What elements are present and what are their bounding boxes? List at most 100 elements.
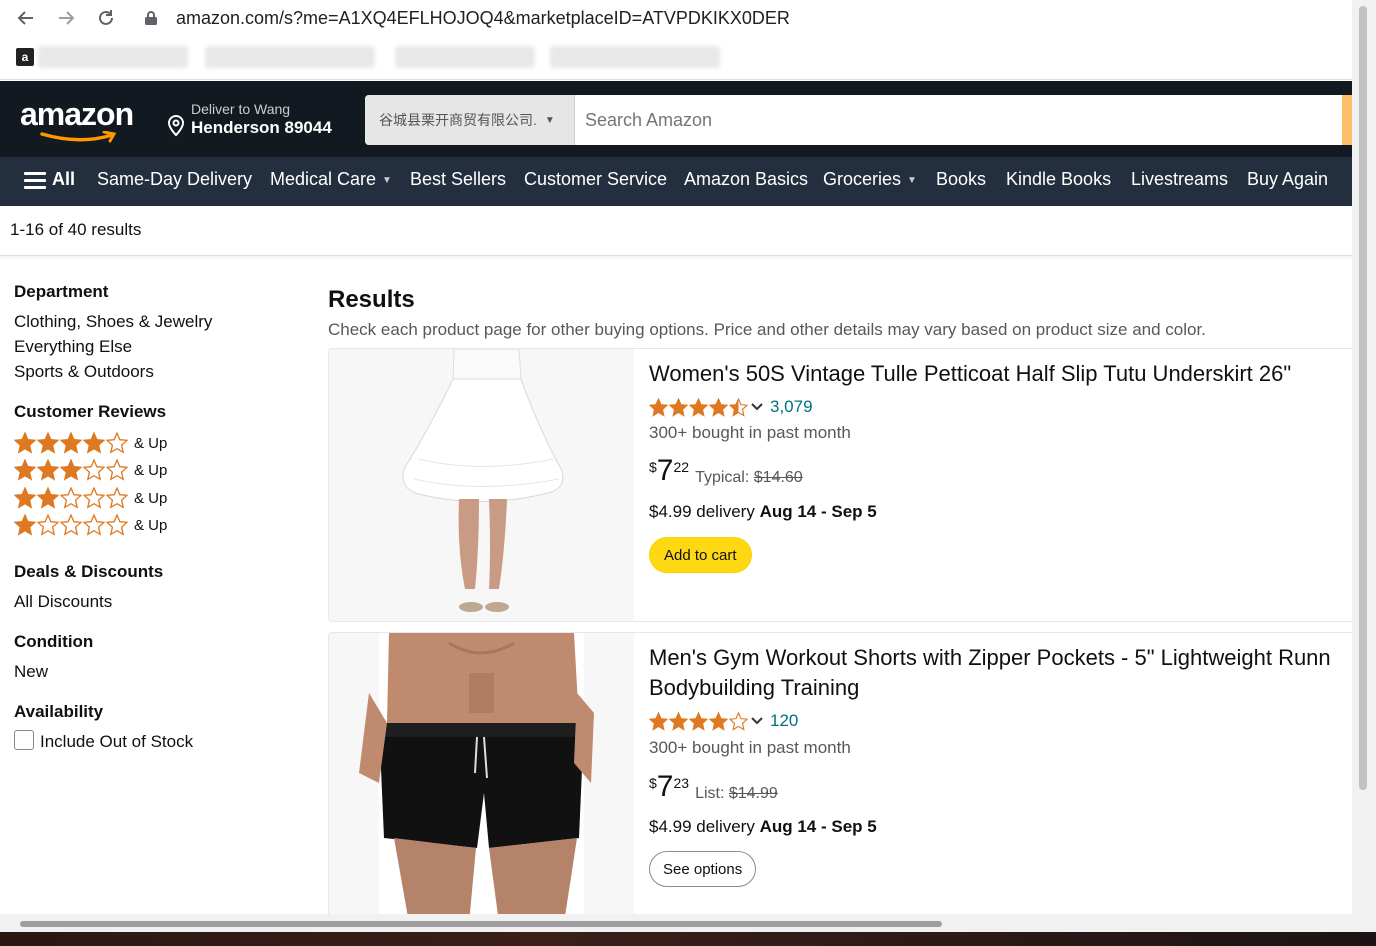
nav-item-label: Livestreams	[1131, 169, 1229, 189]
browser-toolbar: amazon.com/s?me=A1XQ4EFLHOJOQ4&marketpla…	[0, 0, 1352, 36]
nav-item-best-sellers[interactable]: Best Sellers	[410, 169, 506, 190]
nav-all[interactable]: All	[52, 169, 75, 190]
review-count-link[interactable]: 3,079	[770, 397, 813, 417]
vertical-scrollbar[interactable]	[1352, 0, 1376, 914]
department-link[interactable]: Clothing, Shoes & Jewelry	[14, 312, 212, 332]
search-input[interactable]	[585, 95, 1325, 145]
product-title-line: Men's Gym Workout Shorts with Zipper Poc…	[649, 645, 1331, 670]
nav-item-label: Customer Service	[524, 169, 668, 189]
nav-item-label: Same-Day Delivery	[97, 169, 253, 189]
delivery-price: $4.99 delivery	[649, 817, 755, 836]
delivery-dates: Aug 14 - Sep 5	[759, 817, 877, 836]
and-up-label: & Up	[134, 434, 168, 452]
amazon-logo[interactable]: amazon	[20, 97, 146, 143]
product-rating[interactable]: 3,079	[649, 397, 813, 417]
nav-item-buy-again[interactable]: Buy Again	[1247, 169, 1328, 190]
search-department-select[interactable]: 谷城县栗开商贸有限公司. ▼	[365, 95, 575, 145]
star-rating-icon	[14, 459, 128, 481]
caret-down-icon: ▼	[907, 174, 917, 186]
address-bar[interactable]: amazon.com/s?me=A1XQ4EFLHOJOQ4&marketpla…	[140, 4, 790, 32]
department-heading: Department	[14, 282, 109, 301]
star-rating-icon	[14, 432, 128, 454]
delivery-info: $4.99 delivery Aug 14 - Sep 5	[649, 817, 877, 837]
main-nav: All Same-Day Delivery Medical Care ▼ Best…	[0, 157, 1352, 206]
department-link[interactable]: Everything Else	[14, 337, 132, 357]
site-info-icon[interactable]	[140, 7, 162, 29]
forward-arrow-icon[interactable]	[52, 4, 80, 32]
blurred-bookmark[interactable]	[38, 46, 188, 68]
chevron-down-icon[interactable]	[750, 716, 764, 726]
nav-item-customer-service[interactable]: Customer Service	[524, 169, 667, 190]
review-filter-1-star[interactable]: & Up	[14, 514, 167, 536]
star-rating-icon	[649, 397, 748, 417]
horizontal-scrollbar[interactable]	[0, 914, 1376, 932]
product-title-link[interactable]: Women's 50S Vintage Tulle Petticoat Half…	[649, 359, 1291, 389]
compare-label: Typical:	[695, 469, 750, 486]
bought-count: 300+ bought in past month	[649, 423, 851, 442]
price-symbol: $	[649, 459, 657, 475]
delivery-info: $4.99 delivery Aug 14 - Sep 5	[649, 502, 877, 522]
product-title-link[interactable]: Men's Gym Workout Shorts with Zipper Poc…	[649, 643, 1331, 703]
results-subtitle: Check each product page for other buying…	[328, 320, 1206, 339]
product-image[interactable]	[329, 349, 634, 621]
chevron-down-icon[interactable]	[750, 402, 764, 412]
nav-item-label: Amazon Basics	[684, 169, 809, 189]
review-filter-2-stars[interactable]: & Up	[14, 487, 167, 509]
see-options-button[interactable]: See options	[649, 851, 757, 887]
location-pin-icon	[167, 115, 185, 137]
nav-item-livestreams[interactable]: Livestreams	[1131, 169, 1228, 190]
product-rating[interactable]: 120	[649, 711, 798, 731]
and-up-label: & Up	[134, 461, 168, 479]
include-out-of-stock-checkbox[interactable]	[14, 730, 34, 750]
nav-item-amazon-basics[interactable]: Amazon Basics	[684, 169, 808, 190]
deliver-label: Deliver to Wang	[191, 101, 291, 117]
star-rating-icon	[14, 487, 128, 509]
product-title-line: Bodybuilding Training	[649, 675, 860, 700]
nav-item-books[interactable]: Books	[936, 169, 986, 190]
nav-item-label: Buy Again	[1247, 169, 1329, 189]
nav-item-same-day-delivery[interactable]: Same-Day Delivery	[97, 169, 252, 190]
product-image[interactable]	[329, 633, 634, 914]
reload-icon[interactable]	[92, 4, 120, 32]
blurred-bookmark[interactable]	[550, 46, 720, 68]
product-price[interactable]: $ 7 23 List: $14.99	[649, 771, 778, 803]
vertical-scrollbar-thumb[interactable]	[1359, 6, 1367, 790]
department-link[interactable]: Sports & Outdoors	[14, 362, 154, 382]
compare-price: $14.99	[728, 785, 778, 802]
blurred-bookmark[interactable]	[205, 46, 375, 68]
back-arrow-icon[interactable]	[12, 4, 40, 32]
horizontal-scrollbar-thumb[interactable]	[20, 921, 942, 927]
and-up-label: & Up	[134, 516, 168, 534]
deals-heading: Deals & Discounts	[14, 562, 164, 581]
price-symbol: $	[649, 775, 657, 791]
results-title: Results	[328, 286, 415, 313]
review-filter-4-stars[interactable]: & Up	[14, 432, 167, 454]
url-text: amazon.com/s?me=A1XQ4EFLHOJOQ4&marketpla…	[176, 7, 790, 28]
gym-shorts-image	[329, 633, 634, 914]
include-out-of-stock-label[interactable]: Include Out of Stock	[40, 732, 193, 752]
product-card: Women's 50S Vintage Tulle Petticoat Half…	[328, 348, 1352, 622]
caret-down-icon: ▼	[544, 114, 555, 126]
star-rating-icon	[649, 711, 748, 731]
nav-item-label: Groceries	[823, 169, 902, 189]
add-to-cart-button[interactable]: Add to cart	[649, 537, 752, 573]
condition-new-link[interactable]: New	[14, 662, 48, 682]
amazon-favicon-icon[interactable]: a	[16, 48, 34, 66]
review-count-link[interactable]: 120	[770, 711, 798, 731]
search-department-label: 谷城县栗开商贸有限公司.	[379, 112, 537, 128]
results-count: 1-16 of 40 results	[10, 220, 142, 239]
nav-item-medical-care[interactable]: Medical Care ▼	[270, 169, 392, 190]
blurred-bookmark[interactable]	[395, 46, 535, 68]
nav-item-label: Best Sellers	[410, 169, 507, 189]
all-discounts-link[interactable]: All Discounts	[14, 592, 112, 612]
hamburger-menu-icon[interactable]	[24, 172, 46, 190]
desktop-taskbar	[0, 932, 1376, 946]
review-filter-3-stars[interactable]: & Up	[14, 459, 167, 481]
nav-item-label: Books	[936, 169, 987, 189]
product-price[interactable]: $ 7 22 Typical: $14.60	[649, 455, 803, 487]
nav-item-kindle-books[interactable]: Kindle Books	[1006, 169, 1111, 190]
deliver-location: Henderson 89044	[191, 118, 332, 137]
search-button[interactable]	[1342, 95, 1352, 145]
bought-count: 300+ bought in past month	[649, 738, 851, 757]
nav-item-groceries[interactable]: Groceries ▼	[823, 169, 917, 190]
